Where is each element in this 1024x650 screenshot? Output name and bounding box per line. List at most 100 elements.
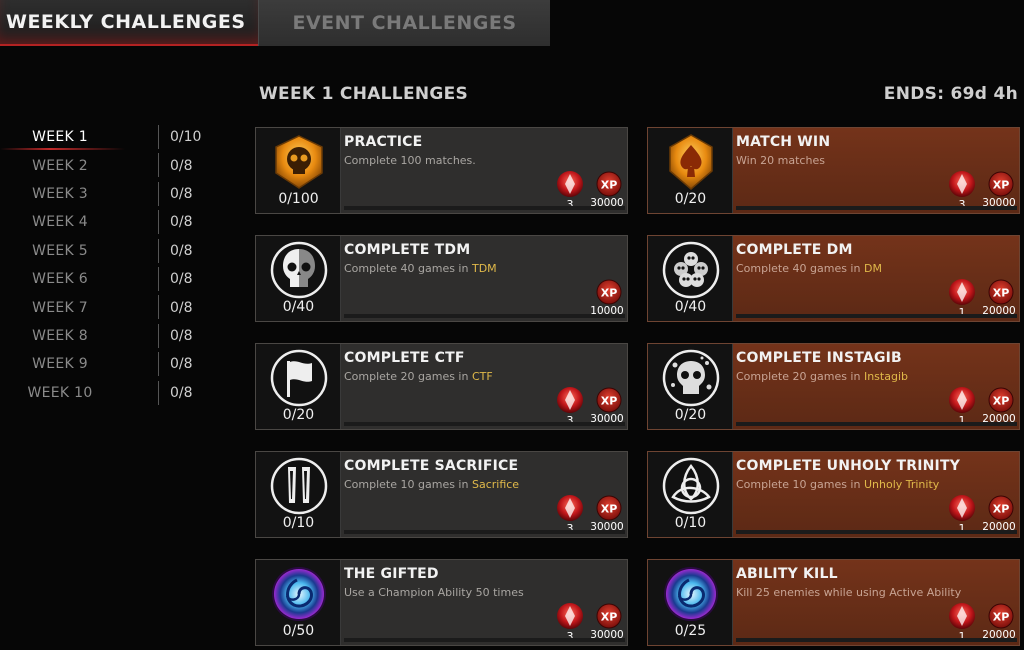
triquetra-icon	[662, 457, 720, 515]
svg-text:XP: XP	[601, 611, 618, 624]
challenge-card-complete-dm[interactable]: 0/40 COMPLETE DM Complete 40 games in DM…	[647, 235, 1020, 322]
challenge-card-practice[interactable]: 0/100 PRACTICE Complete 100 matches. 3 X…	[255, 127, 628, 214]
spade-badge-icon	[669, 134, 713, 190]
shattered-skull-icon	[662, 349, 720, 407]
week-count: 0/8	[170, 271, 193, 288]
challenge-progress: 0/40	[282, 299, 315, 315]
week-label: WEEK 9	[32, 356, 88, 373]
challenge-description: Complete 10 games in Unholy Trinity	[736, 478, 940, 491]
divider	[158, 323, 159, 348]
divider	[158, 153, 159, 178]
challenge-description: Win 20 matches	[736, 154, 825, 167]
svg-text:XP: XP	[993, 395, 1010, 408]
svg-text:XP: XP	[601, 179, 618, 192]
challenge-description: Complete 40 games in TDM	[344, 262, 497, 275]
challenge-card-complete-tdm[interactable]: 0/40 COMPLETE TDM Complete 40 games in T…	[255, 235, 628, 322]
challenge-description: Use a Champion Ability 50 times	[344, 586, 524, 599]
challenge-description: Complete 40 games in DM	[736, 262, 882, 275]
svg-text:XP: XP	[993, 611, 1010, 624]
challenge-title: COMPLETE CTF	[344, 350, 465, 366]
challenge-card-ability-kill[interactable]: 0/25 ABILITY KILL Kill 25 enemies while …	[647, 559, 1020, 646]
gem-reward-icon	[557, 171, 583, 197]
week-label: WEEK 3	[32, 185, 88, 202]
tab-event-challenges[interactable]: EVENT CHALLENGES	[258, 0, 550, 46]
challenge-progress: 0/50	[282, 623, 315, 639]
svg-text:XP: XP	[601, 287, 618, 300]
skull-pile-icon	[662, 241, 720, 299]
week-item-5[interactable]: WEEK 5 0/8	[0, 237, 230, 265]
tab-weekly-label: WEEKLY CHALLENGES	[6, 11, 246, 33]
week-item-3[interactable]: WEEK 3 0/8	[0, 180, 230, 208]
tab-weekly-challenges[interactable]: WEEKLY CHALLENGES	[0, 0, 258, 46]
svg-text:XP: XP	[601, 395, 618, 408]
week-label: WEEK 8	[32, 327, 88, 344]
week-item-4[interactable]: WEEK 4 0/8	[0, 208, 230, 236]
week-item-2[interactable]: WEEK 2 0/8	[0, 151, 230, 179]
challenge-title: PRACTICE	[344, 134, 423, 150]
xp-reward-icon: XP	[988, 171, 1014, 197]
xp-reward-icon: XP	[988, 387, 1014, 413]
week-count: 0/10	[170, 129, 202, 146]
svg-text:XP: XP	[993, 287, 1010, 300]
challenge-progress: 0/20	[282, 407, 315, 423]
week-count: 0/8	[170, 157, 193, 174]
divider	[158, 380, 159, 405]
gem-reward-icon	[949, 603, 975, 629]
challenge-progress: 0/25	[674, 623, 707, 639]
progress-bar	[344, 422, 625, 426]
progress-bar	[344, 638, 625, 642]
week-item-7[interactable]: WEEK 7 0/8	[0, 293, 230, 321]
xp-reward-icon: XP	[988, 279, 1014, 305]
week-label: WEEK 1	[32, 129, 88, 146]
gem-reward-icon	[949, 495, 975, 521]
challenge-title: COMPLETE DM	[736, 242, 853, 258]
challenge-description: Kill 25 enemies while using Active Abili…	[736, 586, 962, 599]
xp-reward-icon: XP	[988, 603, 1014, 629]
challenge-description: Complete 100 matches.	[344, 154, 476, 167]
challenge-progress: 0/10	[674, 515, 707, 531]
progress-bar	[736, 422, 1017, 426]
week-count: 0/8	[170, 299, 193, 316]
progress-bar	[736, 314, 1017, 318]
week-list: WEEK 1 0/10 WEEK 2 0/8 WEEK 3 0/8 WEEK 4 0/8…	[0, 123, 230, 407]
challenge-progress: 0/20	[674, 407, 707, 423]
challenge-card-match-win[interactable]: 0/20 MATCH WIN Win 20 matches 3 XP 30000	[647, 127, 1020, 214]
week-count: 0/8	[170, 327, 193, 344]
challenge-card-the-gifted[interactable]: 0/50 THE GIFTED Use a Champion Ability 5…	[255, 559, 628, 646]
challenge-card-complete-unholy-trinity[interactable]: 0/10 COMPLETE UNHOLY TRINITY Complete 10…	[647, 451, 1020, 538]
challenge-title: COMPLETE UNHOLY TRINITY	[736, 458, 961, 474]
challenge-card-complete-ctf[interactable]: 0/20 COMPLETE CTF Complete 20 games in C…	[255, 343, 628, 430]
week-label: WEEK 2	[32, 157, 88, 174]
week-count: 0/8	[170, 242, 193, 259]
challenge-progress: 0/40	[674, 299, 707, 315]
xp-reward-icon: XP	[988, 495, 1014, 521]
challenge-card-complete-instagib[interactable]: 0/20 COMPLETE INSTAGIB Complete 20 games…	[647, 343, 1020, 430]
challenge-card-complete-sacrifice[interactable]: 0/10 COMPLETE SACRIFICE Complete 10 game…	[255, 451, 628, 538]
week-item-9[interactable]: WEEK 9 0/8	[0, 350, 230, 378]
divider	[158, 125, 159, 149]
week-count: 0/8	[170, 185, 193, 202]
progress-bar	[736, 530, 1017, 534]
week-item-6[interactable]: WEEK 6 0/8	[0, 265, 230, 293]
week-count: 0/8	[170, 214, 193, 231]
gem-reward-icon	[557, 603, 583, 629]
week-item-8[interactable]: WEEK 8 0/8	[0, 322, 230, 350]
xp-reward-icon: XP	[596, 603, 622, 629]
progress-bar	[344, 314, 625, 318]
divider	[158, 238, 159, 263]
week-item-1[interactable]: WEEK 1 0/10	[0, 123, 230, 151]
gem-reward-icon	[949, 171, 975, 197]
challenge-title: COMPLETE TDM	[344, 242, 471, 258]
xp-reward-icon: XP	[596, 387, 622, 413]
svg-text:XP: XP	[993, 179, 1010, 192]
vortex-icon	[272, 567, 326, 621]
week-item-10[interactable]: WEEK 10 0/8	[0, 379, 230, 407]
svg-text:XP: XP	[993, 503, 1010, 516]
challenge-description: Complete 10 games in Sacrifice	[344, 478, 520, 491]
gem-reward-icon	[557, 387, 583, 413]
xp-reward-icon: XP	[596, 171, 622, 197]
divider	[158, 181, 159, 206]
progress-bar	[736, 206, 1017, 210]
progress-bar	[736, 638, 1017, 642]
svg-text:XP: XP	[601, 503, 618, 516]
